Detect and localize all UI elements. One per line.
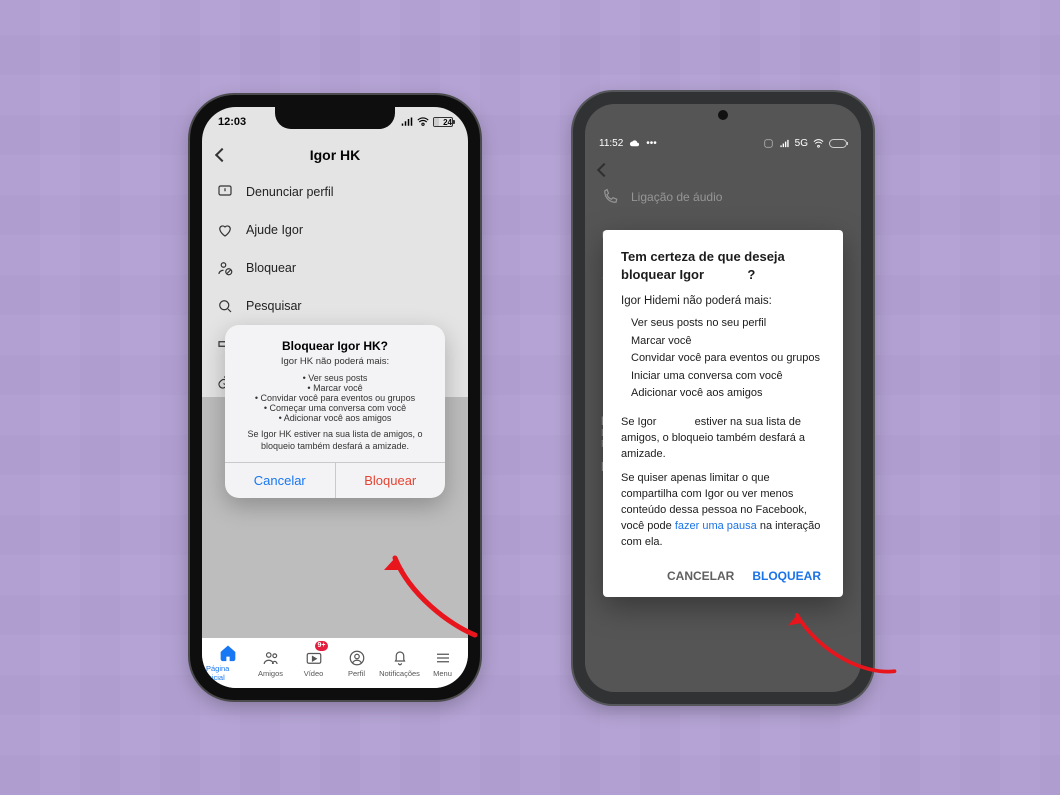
dialog-list-item: Começar uma conversa com você [239,403,431,413]
menu-item-search[interactable]: Pesquisar [202,287,468,325]
dialog-list-item: Marcar você [239,383,431,393]
cancel-button[interactable]: Cancelar [225,463,336,498]
video-icon [305,649,323,667]
menu-label: Pesquisar [246,299,302,313]
friends-icon [262,649,280,667]
search-icon [216,297,234,315]
signal-icon [779,138,790,149]
dialog-title: Bloquear Igor HK? [239,339,431,353]
wifi-icon [813,138,824,149]
battery-icon [829,139,847,148]
dialog-paragraph: Se Igor estiver na sua lista de amigos, … [621,415,825,463]
profile-icon [348,649,366,667]
battery-text: 24 [443,118,452,127]
tab-friends[interactable]: Amigos [249,649,292,678]
dialog-footer-text: Se Igor HK estiver na sua lista de amigo… [239,429,431,452]
android-camera-punchhole [718,110,728,120]
dialog-list-item: Adicionar você aos amigos [631,385,825,403]
menu-item-report[interactable]: Denunciar perfil [202,173,468,211]
heart-icon [216,221,234,239]
dialog-paragraph: Se quiser apenas limitar o que compartil… [621,471,825,551]
status-time: 11:52 [599,138,623,149]
page-header: Igor HK [202,137,468,173]
cancel-button[interactable]: CANCELAR [667,569,734,583]
menu-item-help[interactable]: Ajude Igor [202,211,468,249]
nfc-icon [763,138,774,149]
cloud-icon [629,138,640,149]
block-confirmation-dialog-android: Tem certeza de que deseja bloquear Igor … [603,230,843,597]
status-dots: ••• [646,138,657,149]
status-bar: 11:52 ••• 5G [585,130,861,156]
dialog-list-item: Ver seus posts [239,373,431,383]
status-time: 12:03 [218,116,246,128]
menu-label: Ajude Igor [246,223,303,237]
tab-label: Notificações [379,669,420,678]
iphone-notch [275,107,395,129]
tab-label: Amigos [258,669,283,678]
dialog-subtitle: Igor HK não poderá mais: [239,356,431,367]
dialog-list-item: Adicionar você aos amigos [239,413,431,423]
notification-badge: 9+ [315,641,329,651]
dialog-list-item: Marcar você [631,333,825,351]
tab-label: Vídeo [304,669,324,678]
page-title: Igor HK [310,147,361,163]
dialog-list-item: Convidar você para eventos ou grupos [239,393,431,403]
dialog-subtitle: Igor Hidemi não poderá mais: [621,295,825,307]
home-icon [219,644,237,662]
tab-video[interactable]: 9+ Vídeo [292,649,335,678]
tab-label: Perfil [348,669,365,678]
report-icon [216,183,234,201]
block-button[interactable]: Bloquear [336,463,446,498]
dialog-list: Ver seus posts Marcar você Convidar você… [239,373,431,423]
annotation-arrow-android [782,590,902,705]
user-block-icon [216,259,234,277]
block-button[interactable]: BLOQUEAR [752,569,821,583]
menu-label: Bloquear [246,261,296,275]
wifi-icon [417,117,429,127]
take-a-break-link[interactable]: fazer uma pausa [675,520,757,532]
block-confirmation-dialog-ios: Bloquear Igor HK? Igor HK não poderá mai… [225,325,445,498]
annotation-arrow-ios [380,540,500,655]
tab-label: Página inicial [206,664,249,682]
tab-profile[interactable]: Perfil [335,649,378,678]
tab-home[interactable]: Página inicial [206,644,249,682]
tab-label: Menu [433,669,452,678]
menu-label: Denunciar perfil [246,185,334,199]
back-button[interactable] [212,145,232,165]
menu-item-block[interactable]: Bloquear [202,249,468,287]
dialog-list-item: Iniciar uma conversa com você [631,368,825,386]
signal-icon [401,117,413,127]
dialog-title: Tem certeza de que deseja bloquear Igor … [621,248,825,283]
dialog-list-item: Ver seus posts no seu perfil [631,315,825,333]
dialog-list: Ver seus posts no seu perfil Marcar você… [621,315,825,403]
dialog-list-item: Convidar você para eventos ou grupos [631,350,825,368]
network-label: 5G [795,138,808,149]
